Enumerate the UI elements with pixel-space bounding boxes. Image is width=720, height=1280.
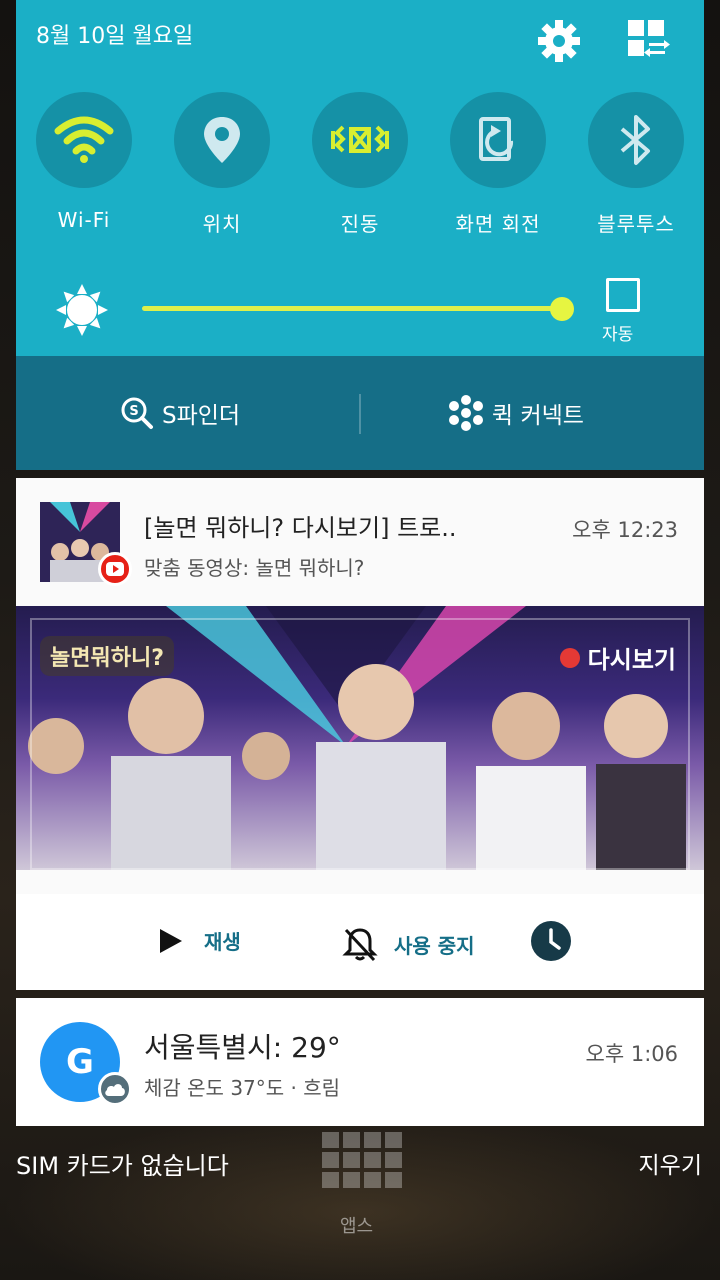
auto-brightness-checkbox[interactable] [606, 278, 640, 312]
brightness-slider-thumb[interactable] [550, 297, 574, 321]
quick-settings-panel: 8월 10일 월요일 Wi-Fi 위치 진동 화면 회전 블루투스 자동 [16, 0, 704, 356]
wifi-icon [36, 92, 132, 188]
brightness-sun-icon [56, 284, 108, 336]
youtube-icon [98, 552, 132, 586]
date-label: 8월 10일 월요일 [36, 24, 194, 49]
play-label: 재생 [204, 930, 241, 954]
clock-icon [531, 921, 571, 961]
location-icon [174, 92, 270, 188]
cloud-icon [98, 1072, 132, 1106]
toggle-vibrate[interactable]: 진동 [300, 92, 420, 237]
toggle-wifi[interactable]: Wi-Fi [24, 92, 144, 232]
s-finder-search-icon: S [121, 397, 153, 429]
quick-connect-button[interactable]: 퀵 커넥트 [448, 392, 584, 434]
apps-label[interactable]: 앱스 [340, 1212, 373, 1238]
s-finder-button[interactable]: S S파인더 [120, 392, 240, 434]
toggle-location-label: 위치 [202, 212, 242, 236]
notification-title: [놀면 뭐하니? 다시보기] 트로.. [144, 514, 457, 542]
weather-subtitle: 체감 온도 37°도 · 흐림 [144, 1076, 341, 1100]
stop-using-label: 사용 중지 [394, 933, 475, 958]
stop-using-button[interactable]: 사용 중지 [342, 926, 475, 962]
replay-dot-icon [559, 647, 580, 668]
apps-grid-icon[interactable] [322, 1132, 402, 1188]
bluetooth-icon [588, 92, 684, 188]
play-button[interactable]: 재생 [158, 926, 241, 955]
s-finder-bar: S S파인더 퀵 커넥트 [16, 356, 704, 470]
clear-all-button[interactable]: 지우기 [639, 1146, 702, 1180]
toggle-wifi-label: Wi-Fi [57, 208, 111, 232]
youtube-notification[interactable]: [놀면 뭐하니? 다시보기] 트로.. 오후 12:23 맞춤 동영상: 놀면 … [16, 478, 704, 990]
notification-subtitle: 맞춤 동영상: 놀면 뭐하니? [144, 556, 365, 580]
notification-time: 오후 12:23 [572, 518, 678, 542]
quick-connect-icon [449, 395, 483, 431]
video-preview-image[interactable]: 놀면뭐하니? 다시보기 [16, 606, 704, 870]
auto-brightness-label: 자동 [602, 325, 634, 345]
toggle-location[interactable]: 위치 [162, 92, 282, 237]
toggle-bluetooth[interactable]: 블루투스 [576, 92, 696, 237]
toggle-rotate-label: 화면 회전 [455, 212, 541, 236]
brightness-slider-track[interactable] [142, 306, 562, 311]
quick-connect-label: 퀵 커넥트 [492, 403, 584, 429]
show-logo: 놀면뭐하니? [40, 636, 174, 676]
edit-grid-icon[interactable] [624, 16, 670, 62]
google-weather-notification[interactable]: G 서울특별시: 29° 오후 1:06 체감 온도 37°도 · 흐림 [16, 998, 704, 1126]
snooze-button[interactable] [530, 920, 572, 962]
sbar-divider [359, 394, 361, 434]
rotate-icon [450, 92, 546, 188]
vibrate-icon [312, 92, 408, 188]
s-finder-label: S파인더 [162, 403, 241, 429]
toggle-rotate[interactable]: 화면 회전 [438, 92, 558, 237]
sim-status-text: SIM 카드가 없습니다 [16, 1152, 229, 1180]
toggle-vibrate-label: 진동 [340, 212, 380, 236]
notifications-off-icon [342, 928, 378, 962]
replay-badge: 다시보기 [559, 640, 676, 675]
play-icon [160, 928, 182, 953]
weather-title: 서울특별시: 29° [144, 1031, 341, 1064]
settings-gear-icon[interactable] [536, 18, 582, 64]
replay-badge-text: 다시보기 [587, 646, 676, 674]
svg-text:S: S [129, 404, 138, 419]
weather-time: 오후 1:06 [585, 1042, 678, 1066]
notification-actions: 재생 사용 중지 [16, 894, 704, 990]
toggle-bluetooth-label: 블루투스 [597, 212, 675, 236]
